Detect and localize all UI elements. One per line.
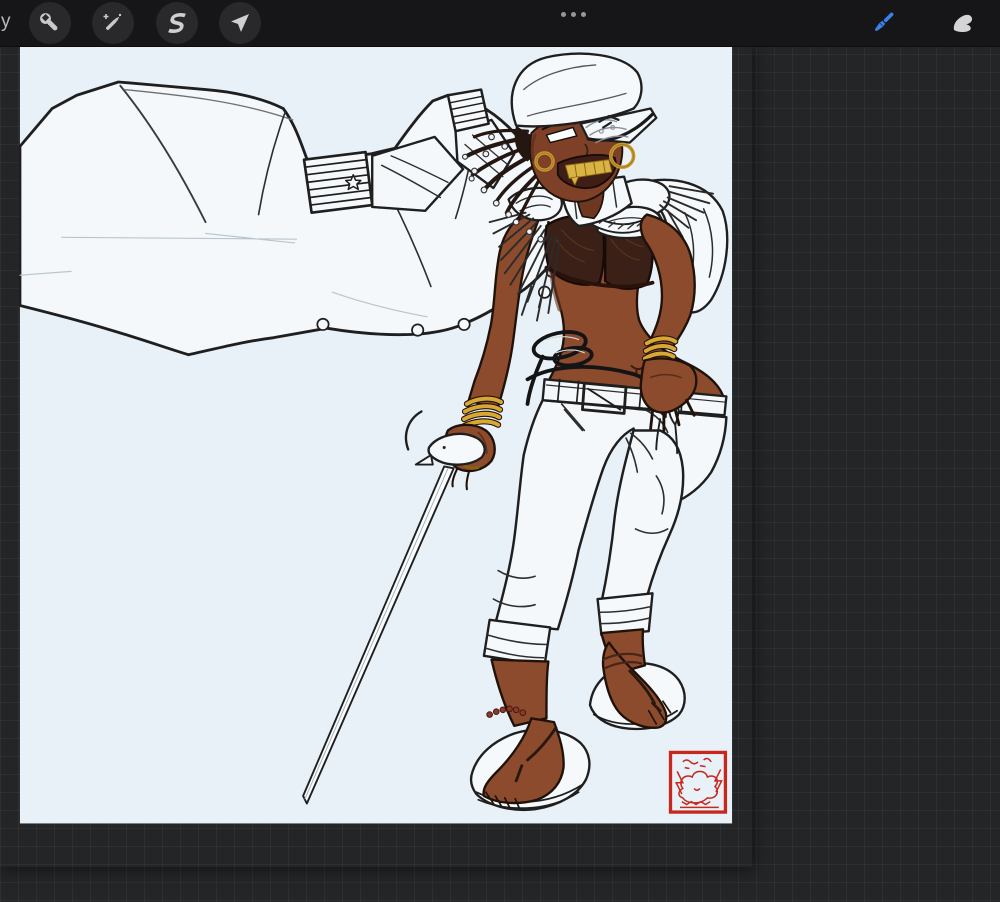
magic-wand-icon bbox=[103, 13, 122, 30]
smudge-finger-icon bbox=[953, 14, 973, 33]
adjustments-button[interactable] bbox=[92, 2, 134, 44]
more-options-button[interactable] bbox=[555, 2, 591, 26]
gallery-button-partial[interactable]: y bbox=[1, 11, 11, 33]
selection-s-icon bbox=[168, 13, 186, 33]
transform-button[interactable] bbox=[219, 2, 261, 44]
paint-tool-button[interactable] bbox=[862, 2, 904, 44]
toolbar: y bbox=[0, 0, 1000, 47]
procreate-workspace: y bbox=[0, 0, 1000, 902]
artwork bbox=[18, 46, 733, 824]
actions-button[interactable] bbox=[29, 2, 71, 44]
gold-bangles-left-arm bbox=[641, 335, 679, 362]
ellipsis-icon bbox=[580, 11, 586, 17]
smudge-tool-button[interactable] bbox=[942, 2, 984, 44]
selection-button[interactable] bbox=[156, 2, 198, 44]
wrench-icon bbox=[40, 13, 58, 31]
drawing-canvas[interactable] bbox=[0, 46, 752, 867]
transform-arrow-icon bbox=[231, 14, 249, 32]
ellipsis-icon bbox=[570, 11, 576, 17]
star-cuff bbox=[302, 150, 374, 214]
brush-icon bbox=[875, 12, 894, 31]
ellipsis-icon bbox=[560, 11, 566, 17]
